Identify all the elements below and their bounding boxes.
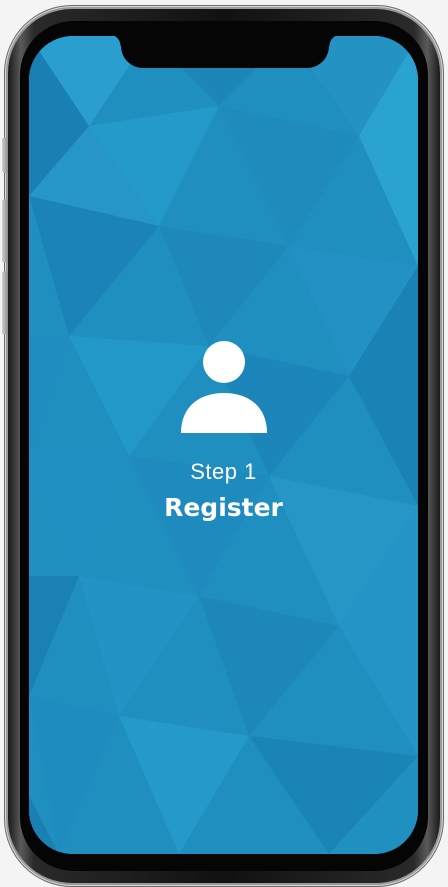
step-content: Step 1 Register bbox=[29, 36, 418, 854]
step-label: Step 1 bbox=[190, 459, 257, 484]
notch bbox=[109, 36, 341, 68]
volume-up-button bbox=[2, 199, 8, 263]
app-screen: Step 1 Register bbox=[29, 36, 418, 854]
user-icon bbox=[181, 341, 267, 433]
volume-down-button bbox=[2, 271, 8, 335]
mute-switch bbox=[2, 137, 8, 173]
step-title: Register bbox=[164, 493, 283, 522]
